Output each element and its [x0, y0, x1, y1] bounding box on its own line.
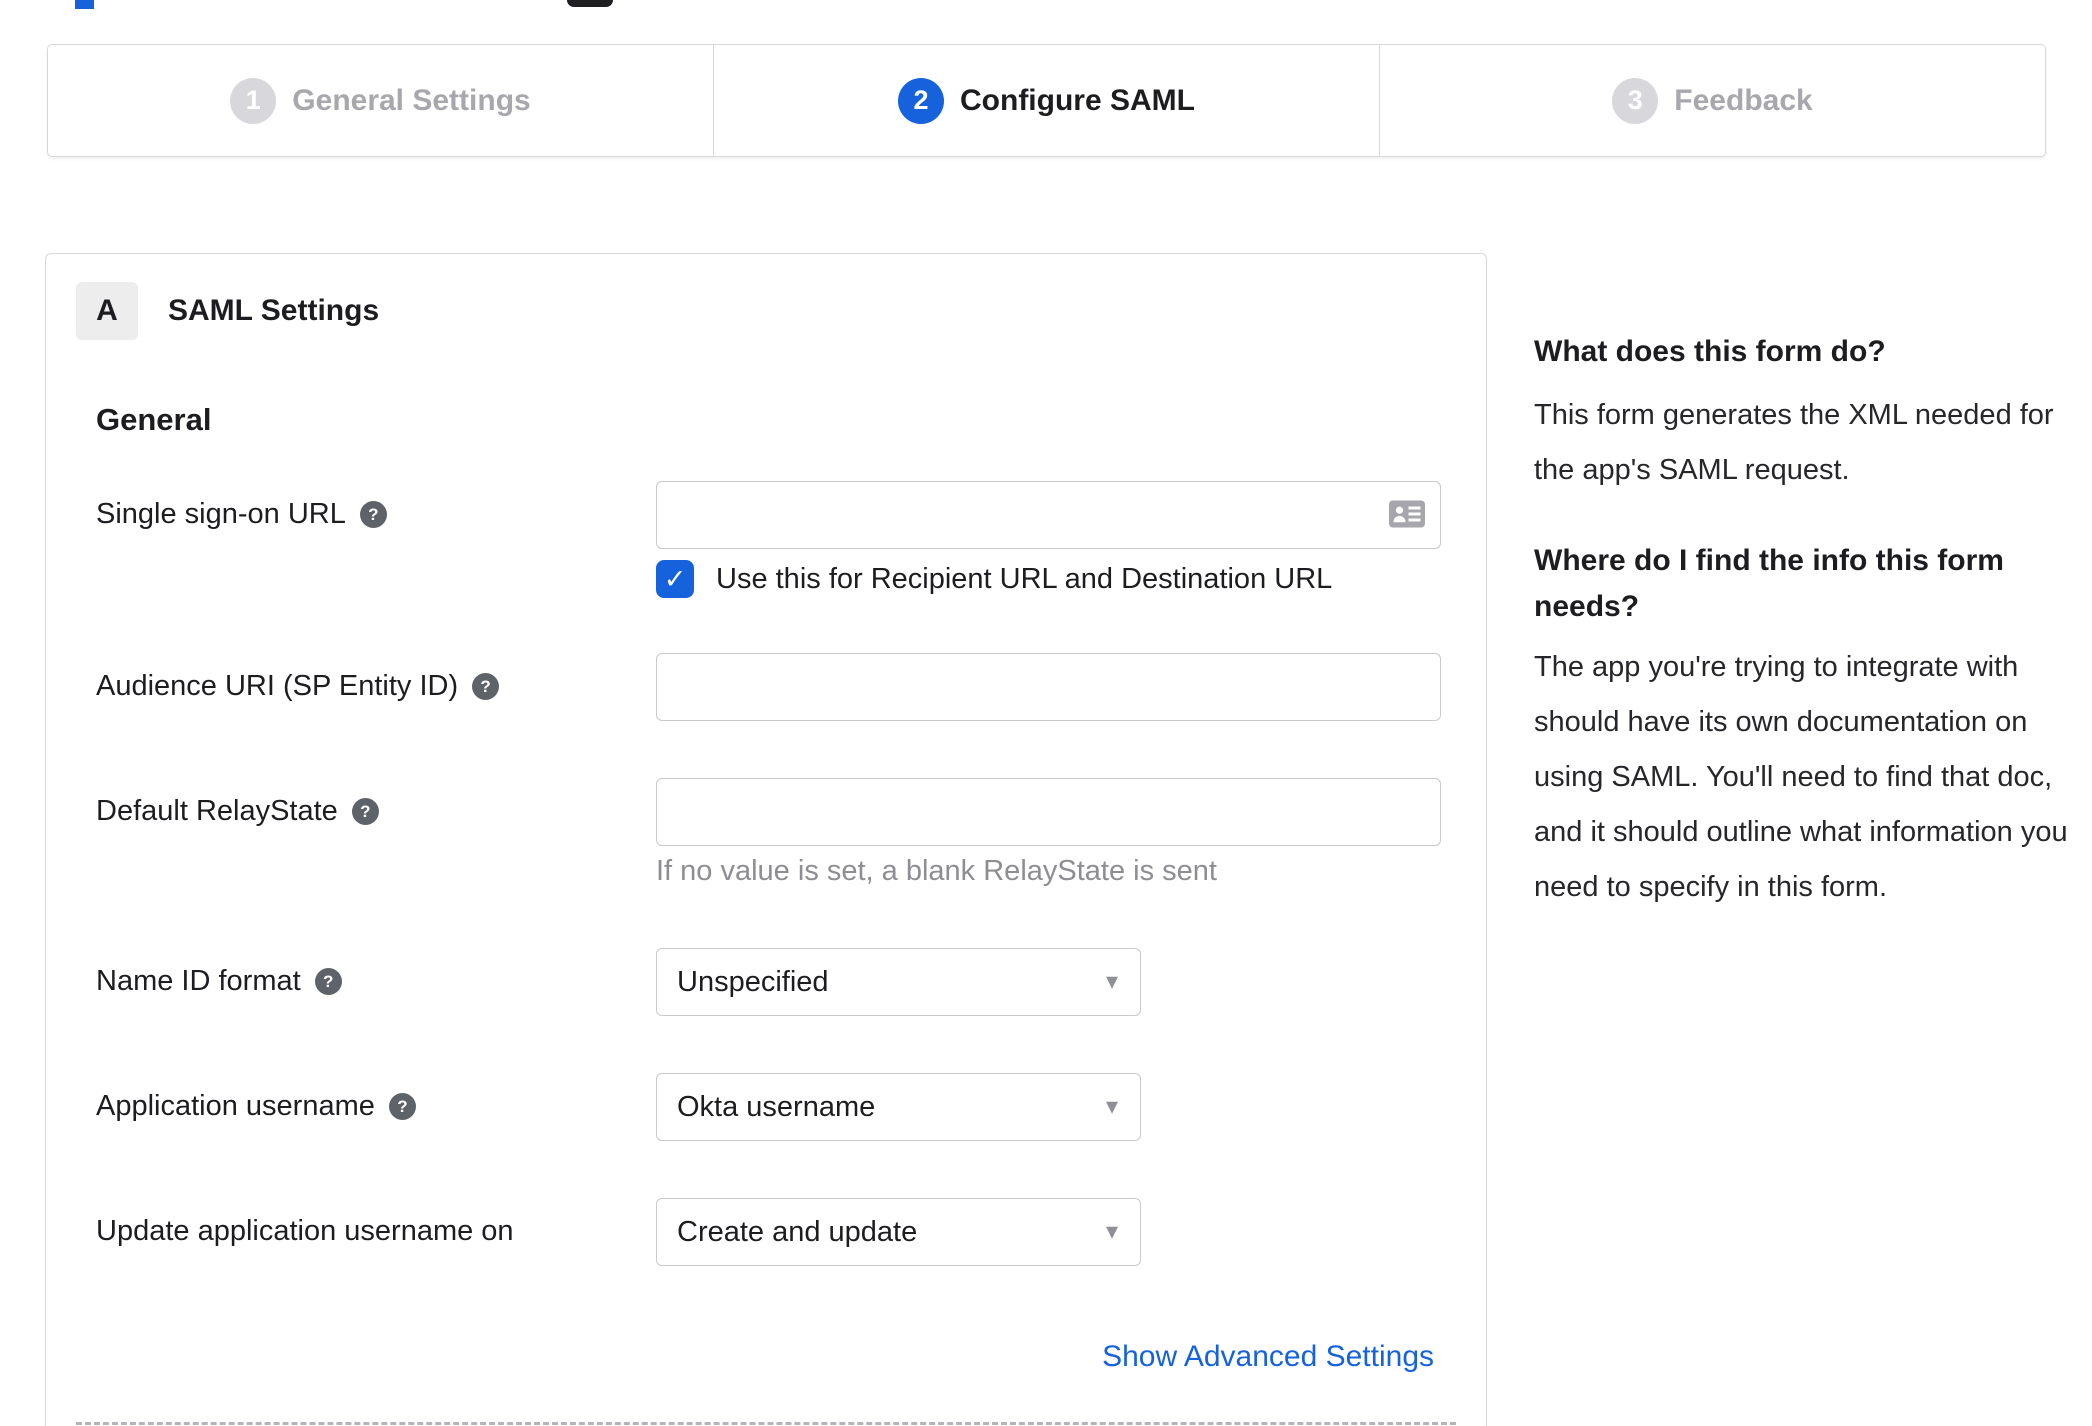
audience-uri-label: Audience URI (SP Entity ID) — [96, 670, 459, 702]
cut-off-blue-element — [75, 0, 94, 9]
app-username-label-row: Application username ? — [96, 1090, 656, 1123]
check-icon: ✓ — [663, 563, 687, 594]
cut-off-black-element — [567, 0, 613, 7]
help-icon[interactable]: ? — [472, 673, 500, 700]
name-id-format-label-row: Name ID format ? — [96, 965, 656, 998]
section-a-badge: A — [76, 282, 138, 340]
contact-card-icon[interactable] — [1389, 498, 1425, 530]
app-username-select[interactable]: Okta username ▾ — [656, 1073, 1141, 1141]
sidebar-question-1: What does this form do? — [1534, 335, 1886, 368]
caret-down-icon: ▾ — [1105, 968, 1118, 995]
step-3-number-badge: 3 — [1612, 77, 1659, 124]
section-divider — [76, 1422, 1456, 1425]
section-header: A SAML Settings — [76, 282, 379, 340]
step-3-label: Feedback — [1674, 83, 1813, 117]
recipient-url-checkbox-label: Use this for Recipient URL and Destinati… — [716, 562, 1333, 595]
help-icon[interactable]: ? — [351, 798, 379, 825]
step-1-label: General Settings — [292, 83, 531, 117]
step-configure-saml[interactable]: 2 Configure SAML — [713, 45, 1379, 156]
step-feedback[interactable]: 3 Feedback — [1379, 45, 2045, 156]
update-username-value: Create and update — [677, 1215, 918, 1248]
sso-url-label-row: Single sign-on URL ? — [96, 498, 656, 531]
step-1-number-badge: 1 — [230, 77, 277, 124]
step-general-settings[interactable]: 1 General Settings — [48, 45, 713, 156]
sidebar-answer-1: This form generates the XML needed for t… — [1534, 399, 2054, 486]
sidebar-question-2: Where do I find the info this form needs… — [1534, 544, 2004, 623]
update-username-label-row: Update application username on — [96, 1215, 656, 1248]
app-username-label: Application username — [96, 1090, 375, 1122]
section-title: SAML Settings — [168, 294, 380, 327]
help-icon[interactable]: ? — [388, 1093, 416, 1120]
name-id-format-label: Name ID format — [96, 965, 301, 997]
relay-state-input-wrap — [656, 778, 1441, 846]
update-username-select[interactable]: Create and update ▾ — [656, 1198, 1141, 1266]
show-advanced-settings-link[interactable]: Show Advanced Settings — [1102, 1340, 1434, 1374]
audience-uri-input[interactable] — [656, 653, 1441, 721]
relay-state-label: Default RelayState — [96, 795, 338, 827]
help-icon[interactable]: ? — [314, 968, 342, 995]
sso-checkbox-row: ✓ Use this for Recipient URL and Destina… — [656, 560, 1332, 598]
name-id-format-value: Unspecified — [677, 965, 829, 998]
recipient-url-checkbox[interactable]: ✓ — [656, 560, 694, 598]
update-username-label: Update application username on — [96, 1215, 514, 1247]
step-2-number-badge: 2 — [898, 77, 944, 124]
relay-state-input[interactable] — [656, 778, 1441, 846]
relay-state-hint: If no value is set, a blank RelayState i… — [656, 855, 1217, 887]
saml-settings-panel: A SAML Settings General Single sign-on U… — [45, 253, 1487, 1426]
sso-url-input[interactable] — [656, 481, 1441, 549]
audience-uri-input-wrap — [656, 653, 1441, 721]
caret-down-icon: ▾ — [1105, 1093, 1118, 1120]
audience-uri-label-row: Audience URI (SP Entity ID) ? — [96, 670, 656, 703]
sso-url-input-wrap — [656, 481, 1441, 549]
general-heading: General — [96, 402, 212, 437]
name-id-format-select[interactable]: Unspecified ▾ — [656, 948, 1141, 1016]
help-icon[interactable]: ? — [359, 501, 387, 528]
app-username-value: Okta username — [677, 1090, 876, 1123]
relay-state-label-row: Default RelayState ? — [96, 795, 656, 828]
sso-url-label: Single sign-on URL — [96, 498, 346, 530]
caret-down-icon: ▾ — [1105, 1218, 1118, 1245]
help-sidebar: What does this form do? This form genera… — [1534, 330, 2084, 915]
step-2-label: Configure SAML — [960, 83, 1195, 117]
wizard-stepper: 1 General Settings 2 Configure SAML 3 Fe… — [47, 44, 2046, 157]
sidebar-answer-2: The app you're trying to integrate with … — [1534, 651, 2068, 903]
